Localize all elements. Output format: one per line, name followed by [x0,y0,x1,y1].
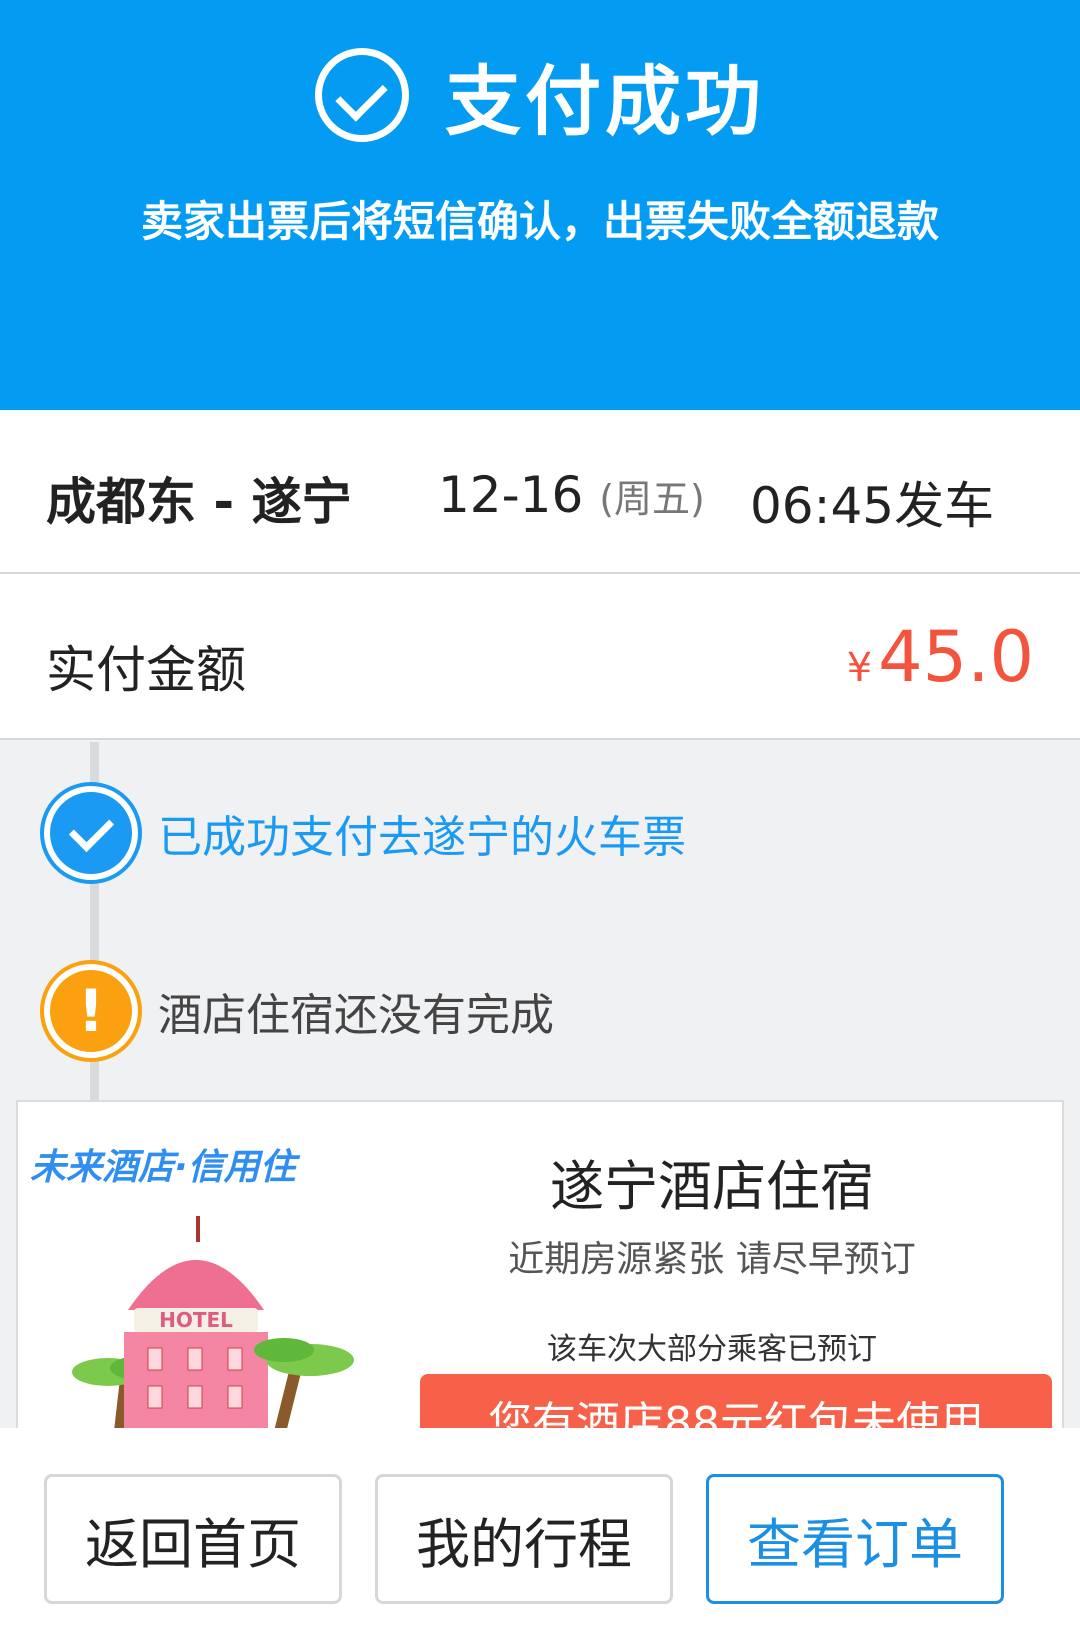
my-trips-button[interactable]: 我的行程 [375,1474,673,1604]
view-order-button[interactable]: 查看订单 [706,1474,1004,1604]
hotel-illustration: HOTEL [72,1216,354,1428]
trip-weekday: (周五) [599,477,705,521]
hotel-promo-card[interactable]: 未来酒店·信用住 HOTEL 遂宁酒店住宿 近期房源紧张 请尽早预订 该车次大部… [16,1100,1064,1430]
trip-depart-time: 06:45发车 [750,477,995,535]
hotel-subtitle: 近期房源紧张 请尽早预订 [508,1239,916,1280]
amount-label: 实付金额 [46,641,246,699]
status-paid-text: 已成功支付去遂宁的火车票 [158,812,686,863]
status-hotel-row: ! 酒店住宿还没有完成 [44,964,554,1058]
hotel-brand-logo: 未来酒店·信用住 [30,1147,296,1188]
payment-amount-row: 实付金额 ¥ 45.0 [0,574,1080,740]
palm-leaf-right-2 [254,1338,314,1362]
header-subtitle: 卖家出票后将短信确认，出票失败全额退款 [140,197,939,246]
amount-value: ¥ 45.0 [847,616,1034,698]
status-hotel-text: 酒店住宿还没有完成 [158,990,554,1041]
hotel-promo-image: 未来酒店·信用住 HOTEL [18,1102,378,1428]
hotel-body [124,1332,268,1428]
check-circle-icon [315,48,409,142]
trip-date-wrap: 12-16 (周五) [438,466,705,524]
success-header: 支付成功 卖家出票后将短信确认，出票失败全额退款 [0,0,1080,410]
hotel-sign-text: HOTEL [159,1308,233,1332]
hotel-coupon-button[interactable]: 您有酒店88元红包未使用 [420,1374,1052,1428]
header-title-row: 支付成功 [0,40,1080,150]
page-title: 支付成功 [445,57,765,146]
hotel-note: 该车次大部分乘客已预订 [547,1332,877,1367]
bottom-action-bar: 返回首页 我的行程 查看订单 [0,1428,1080,1641]
hotel-dome [128,1260,264,1310]
trip-info: 成都东 - 遂宁 12-16 (周五) 06:45发车 [0,410,1080,574]
hotel-promo-content: 遂宁酒店住宿 近期房源紧张 请尽早预订 该车次大部分乘客已预订 您有酒店88元红… [378,1102,1062,1428]
amount-number: 45.0 [878,616,1034,698]
back-home-button[interactable]: 返回首页 [44,1474,342,1604]
status-paid-row: 已成功支付去遂宁的火车票 [44,786,686,880]
check-icon [44,786,138,880]
warning-icon: ! [44,964,138,1058]
hotel-title: 遂宁酒店住宿 [550,1155,874,1218]
trip-route: 成都东 - 遂宁 [46,473,352,531]
trip-date: 12-16 [438,466,584,524]
currency-symbol: ¥ [846,645,873,691]
hotel-spire [196,1216,200,1242]
